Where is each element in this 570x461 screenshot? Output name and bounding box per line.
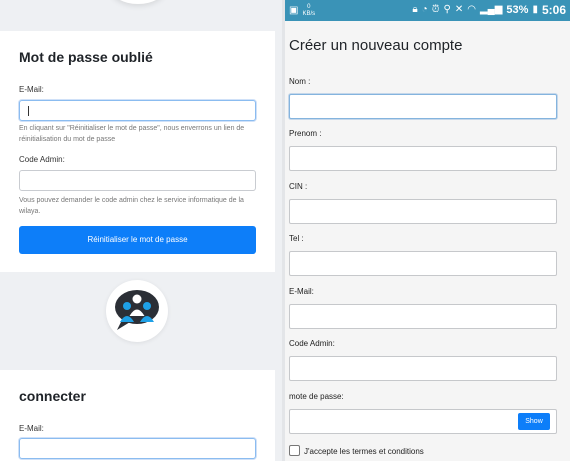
prenom-input[interactable]: [289, 146, 557, 171]
status-bar: ▣ 0 KB/s 🔒︎ ◔ ⏰︎ ⚲ ✕ ◠ ▂▄▆ 53% ▮ 5:06: [285, 0, 570, 21]
show-password-button[interactable]: Show: [518, 413, 550, 430]
forgot-email-input[interactable]: [19, 100, 256, 121]
data-speed-value: 0: [307, 4, 311, 10]
battery-icon: ▮: [532, 4, 538, 15]
forgot-code-input[interactable]: [19, 170, 256, 191]
clock: 5:06: [541, 3, 566, 17]
text-caret: [28, 106, 29, 116]
reset-password-button[interactable]: Réinitialiser le mot de passe: [19, 226, 256, 254]
data-speed: 0 KB/s: [302, 4, 315, 18]
mute-icon: ✕: [454, 4, 464, 15]
forgot-code-label: Code Admin:: [19, 155, 65, 164]
login-card: connecter E-Mail:: [0, 370, 275, 461]
cin-label: CIN :: [289, 182, 308, 191]
email-input[interactable]: [289, 304, 557, 329]
battery-level: 53%: [506, 4, 529, 16]
forgot-title: Mot de passe oublié: [19, 49, 153, 65]
nom-input[interactable]: [289, 94, 557, 119]
nom-label: Nom :: [289, 77, 311, 86]
terms-label[interactable]: J'accepte les termes et conditions: [304, 447, 424, 456]
logo: [106, 280, 168, 342]
lock-icon: 🔒︎: [412, 4, 418, 15]
register-title: Créer un nouveau compte: [289, 37, 463, 54]
alarm-icon: ⏰︎: [431, 4, 440, 15]
prenom-label: Prenom :: [289, 129, 322, 138]
location-icon: ⚲: [443, 4, 451, 15]
forgot-email-label: E-Mail:: [19, 85, 44, 94]
logo-circle-partial: [110, 0, 166, 4]
login-title: connecter: [19, 388, 86, 404]
tel-input[interactable]: [289, 251, 557, 276]
login-email-label: E-Mail:: [19, 424, 44, 433]
wifi-icon: ◠: [467, 4, 476, 15]
people-chat-icon: [115, 290, 159, 330]
status-bar-left: ▣ 0 KB/s: [289, 4, 315, 18]
status-bar-right: 🔒︎ ◔ ⏰︎ ⚲ ✕ ◠ ▂▄▆ 53% ▮ 5:06: [412, 3, 566, 17]
left-screen: Mot de passe oublié E-Mail: En cliquant …: [0, 0, 284, 461]
email-label: E-Mail:: [289, 287, 314, 296]
admin-code-label: Code Admin:: [289, 339, 335, 348]
tel-label: Tel :: [289, 234, 304, 243]
admin-code-input[interactable]: [289, 356, 557, 381]
login-email-input[interactable]: [19, 438, 256, 459]
password-input[interactable]: Show: [289, 409, 557, 434]
sync-icon: ◔: [421, 4, 428, 15]
password-label: mote de passe:: [289, 392, 344, 401]
signal-icon: ▂▄▆: [479, 4, 503, 15]
gallery-icon: ▣: [289, 5, 299, 16]
forgot-email-help: En cliquant sur "Réinitialiser le mot de…: [19, 125, 245, 143]
terms-checkbox[interactable]: [289, 445, 300, 456]
right-screen: ▣ 0 KB/s 🔒︎ ◔ ⏰︎ ⚲ ✕ ◠ ▂▄▆ 53% ▮ 5:06 Cr…: [285, 0, 570, 461]
cin-input[interactable]: [289, 199, 557, 224]
data-speed-unit: KB/s: [302, 11, 316, 17]
forgot-code-help: Vous pouvez demander le code admin chez …: [19, 197, 244, 215]
forgot-password-card: Mot de passe oublié E-Mail: En cliquant …: [0, 31, 275, 272]
